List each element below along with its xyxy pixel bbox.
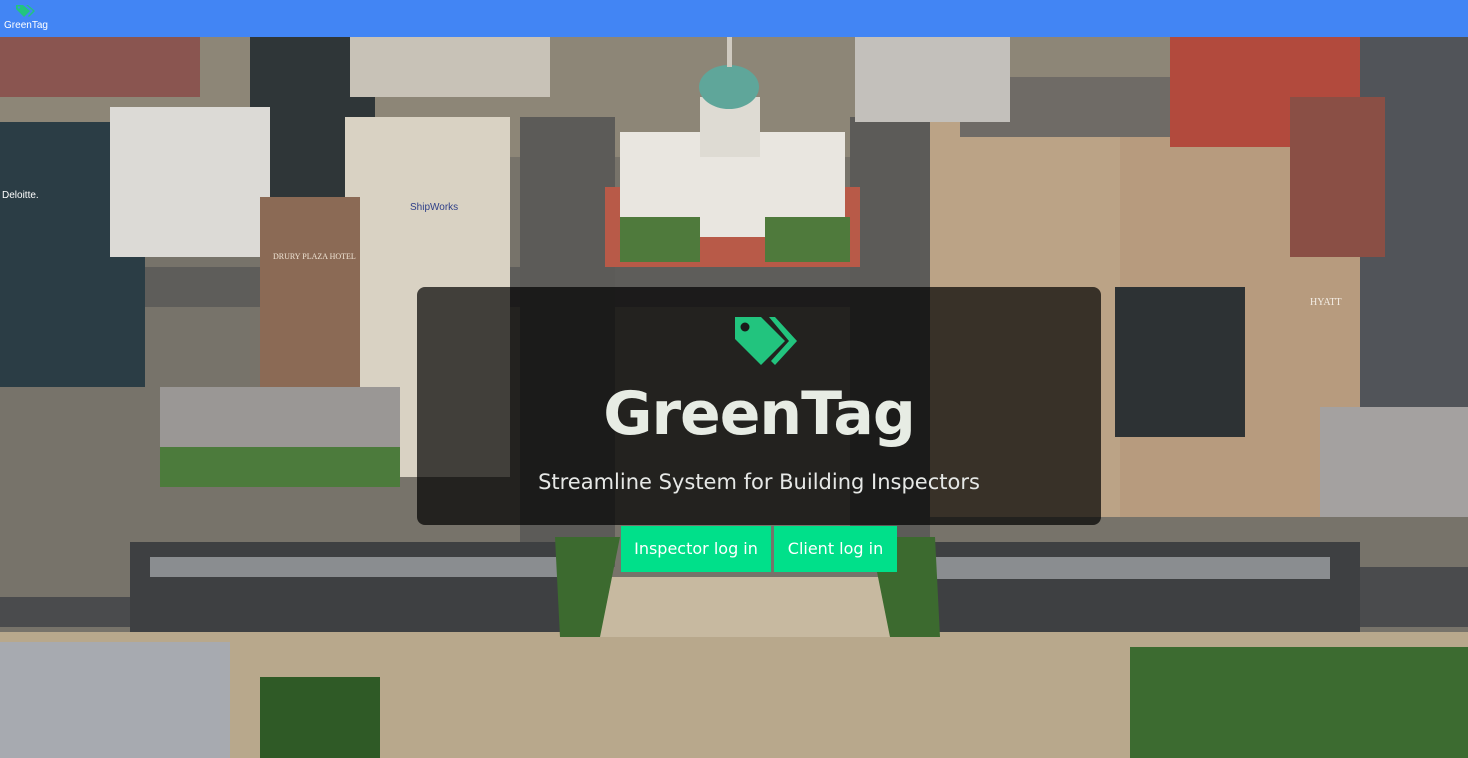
shipworks-sign: ShipWorks xyxy=(410,202,458,213)
client-login-button[interactable]: Client log in xyxy=(774,526,897,572)
hero-title: GreenTag xyxy=(603,379,916,449)
navbar-brand[interactable]: GreenTag xyxy=(4,3,48,32)
drury-sign: DRURY PLAZA HOTEL xyxy=(273,252,356,261)
brand-tags-icon xyxy=(4,3,48,19)
deloitte-sign: Deloitte. xyxy=(2,190,39,201)
top-navbar: GreenTag xyxy=(0,0,1468,37)
inspector-login-button[interactable]: Inspector log in xyxy=(621,526,771,572)
landing-page: GreenTag Deloitte. ShipWorks DRURY PLAZA… xyxy=(0,0,1468,758)
hyatt-sign: HYATT xyxy=(1310,297,1342,308)
hero-subtitle: Streamline System for Building Inspector… xyxy=(538,470,980,494)
tags-icon xyxy=(733,315,797,372)
brand-label: GreenTag xyxy=(4,20,48,31)
hero-card: GreenTag Streamline System for Building … xyxy=(417,287,1101,525)
